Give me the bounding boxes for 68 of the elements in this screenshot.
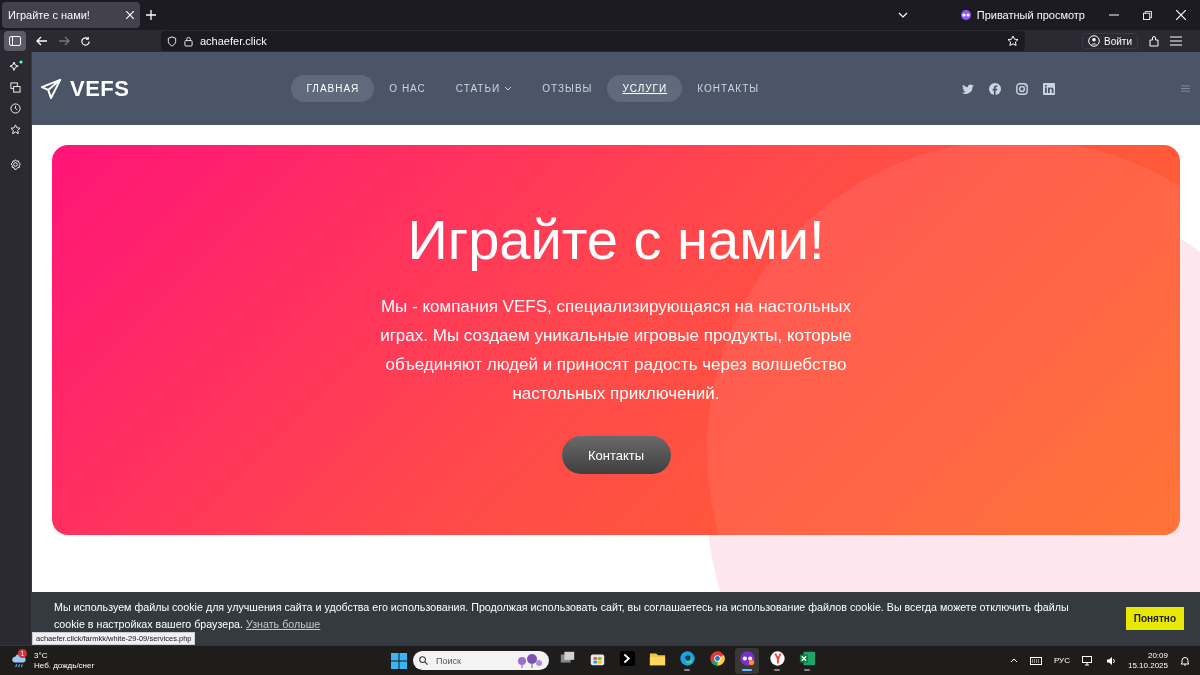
browser-tab[interactable]: Играйте с нами! bbox=[2, 2, 140, 28]
mask-icon bbox=[959, 10, 972, 20]
settings-icon[interactable] bbox=[10, 159, 21, 170]
nav-link[interactable]: ОТЗЫВЫ bbox=[527, 75, 608, 102]
cookie-notice-text: Мы используем файлы cookie для улучшения сайта и удобства его использования. Продолжая использовать сайт, вы соглашаетесь на использование файлов cookie. Вы всегда можете отключить файлы cookie в настройках вашего браузера. Узнать больше bbox=[54, 600, 1070, 632]
nav-link[interactable]: УСЛУГИ bbox=[607, 75, 683, 102]
sync-tabs-icon[interactable] bbox=[10, 82, 21, 93]
facebook-icon[interactable] bbox=[989, 82, 1002, 95]
y-letter-icon bbox=[768, 650, 786, 667]
hero-title: Играйте с нами! bbox=[407, 207, 825, 272]
history-icon[interactable] bbox=[10, 103, 21, 114]
star-icon[interactable] bbox=[1007, 35, 1019, 47]
site-logo[interactable]: VEFS bbox=[70, 75, 130, 102]
chevron-up-icon[interactable] bbox=[1009, 658, 1018, 663]
spreadsheet-icon bbox=[798, 650, 816, 667]
nav-link[interactable]: О НАС bbox=[374, 75, 441, 102]
hero-description: Мы - компания VEFS, специализирующаяся на настольных играх. Мы создаем уникальные игровые продукты, которые объединяют людей и приносят радость через волшебство настольных приключений. bbox=[379, 296, 853, 405]
clock-date[interactable]: 15.10.2025 bbox=[1127, 660, 1168, 671]
instagram-icon[interactable] bbox=[1016, 82, 1029, 95]
nav-link[interactable]: СТАТЬИ bbox=[440, 75, 528, 102]
forward-arrow-icon[interactable] bbox=[58, 36, 70, 46]
accept-cookies-button[interactable]: Понятно bbox=[1125, 607, 1184, 630]
notifications-bell-icon[interactable] bbox=[1180, 655, 1190, 666]
shield-icon bbox=[167, 35, 177, 47]
nav-link[interactable]: ГЛАВНАЯ bbox=[291, 75, 375, 102]
windows-logo-icon[interactable] bbox=[391, 652, 407, 669]
mask-app-icon bbox=[738, 650, 756, 667]
paper-plane-icon bbox=[40, 77, 62, 100]
contacts-button[interactable]: Контакты bbox=[561, 436, 671, 474]
linkedin-icon[interactable] bbox=[1043, 82, 1056, 95]
learn-more-link[interactable]: Узнать больше bbox=[246, 618, 321, 630]
chrome-icon bbox=[708, 650, 726, 667]
speaker-icon[interactable] bbox=[1105, 655, 1116, 666]
bookmark-star-icon[interactable] bbox=[10, 124, 21, 135]
sign-in-button[interactable]: Войти bbox=[1082, 33, 1138, 49]
weather-condition: Неб. дождь/снег bbox=[34, 660, 95, 671]
search-field[interactable]: Поиск bbox=[413, 651, 549, 670]
restore-icon[interactable] bbox=[1143, 10, 1152, 20]
sparkle-icon[interactable] bbox=[8, 60, 23, 72]
search-input[interactable]: Поиск bbox=[434, 654, 508, 667]
lock-icon bbox=[184, 35, 193, 47]
address-text: achaefer.click bbox=[200, 35, 268, 47]
clock-time[interactable]: 20:09 bbox=[1147, 650, 1168, 661]
input-language[interactable]: РУС bbox=[1053, 656, 1070, 665]
bird-icon[interactable] bbox=[962, 82, 975, 95]
sidebar-icon bbox=[9, 36, 21, 46]
chevron-down-icon[interactable] bbox=[897, 12, 908, 18]
taskbar-app-button[interactable] bbox=[735, 647, 759, 674]
account-icon bbox=[1088, 35, 1100, 47]
keyboard-icon[interactable] bbox=[1029, 656, 1042, 665]
back-arrow-icon[interactable] bbox=[36, 36, 48, 46]
close-tab-icon[interactable] bbox=[126, 11, 134, 19]
edge-icon bbox=[678, 650, 696, 667]
private-browsing-label: Приватный просмотр bbox=[976, 9, 1085, 21]
weather-temperature: 3°C bbox=[34, 650, 49, 661]
terminal-icon bbox=[618, 650, 636, 667]
search-icon bbox=[419, 656, 428, 665]
close-icon[interactable] bbox=[1176, 10, 1186, 20]
extensions-icon[interactable] bbox=[1148, 35, 1160, 47]
reload-icon[interactable] bbox=[80, 35, 91, 47]
new-tab-icon[interactable] bbox=[146, 10, 156, 20]
nav-link[interactable]: КОНТАКТЫ bbox=[682, 75, 775, 102]
address-bar[interactable]: achaefer.click bbox=[161, 31, 1025, 51]
tab-title: Играйте с нами! bbox=[8, 9, 90, 21]
chevron-down-icon bbox=[504, 86, 513, 91]
sidebar-toggle-button[interactable] bbox=[4, 31, 26, 51]
network-icon[interactable] bbox=[1081, 655, 1094, 666]
menu-icon[interactable] bbox=[1170, 36, 1182, 46]
